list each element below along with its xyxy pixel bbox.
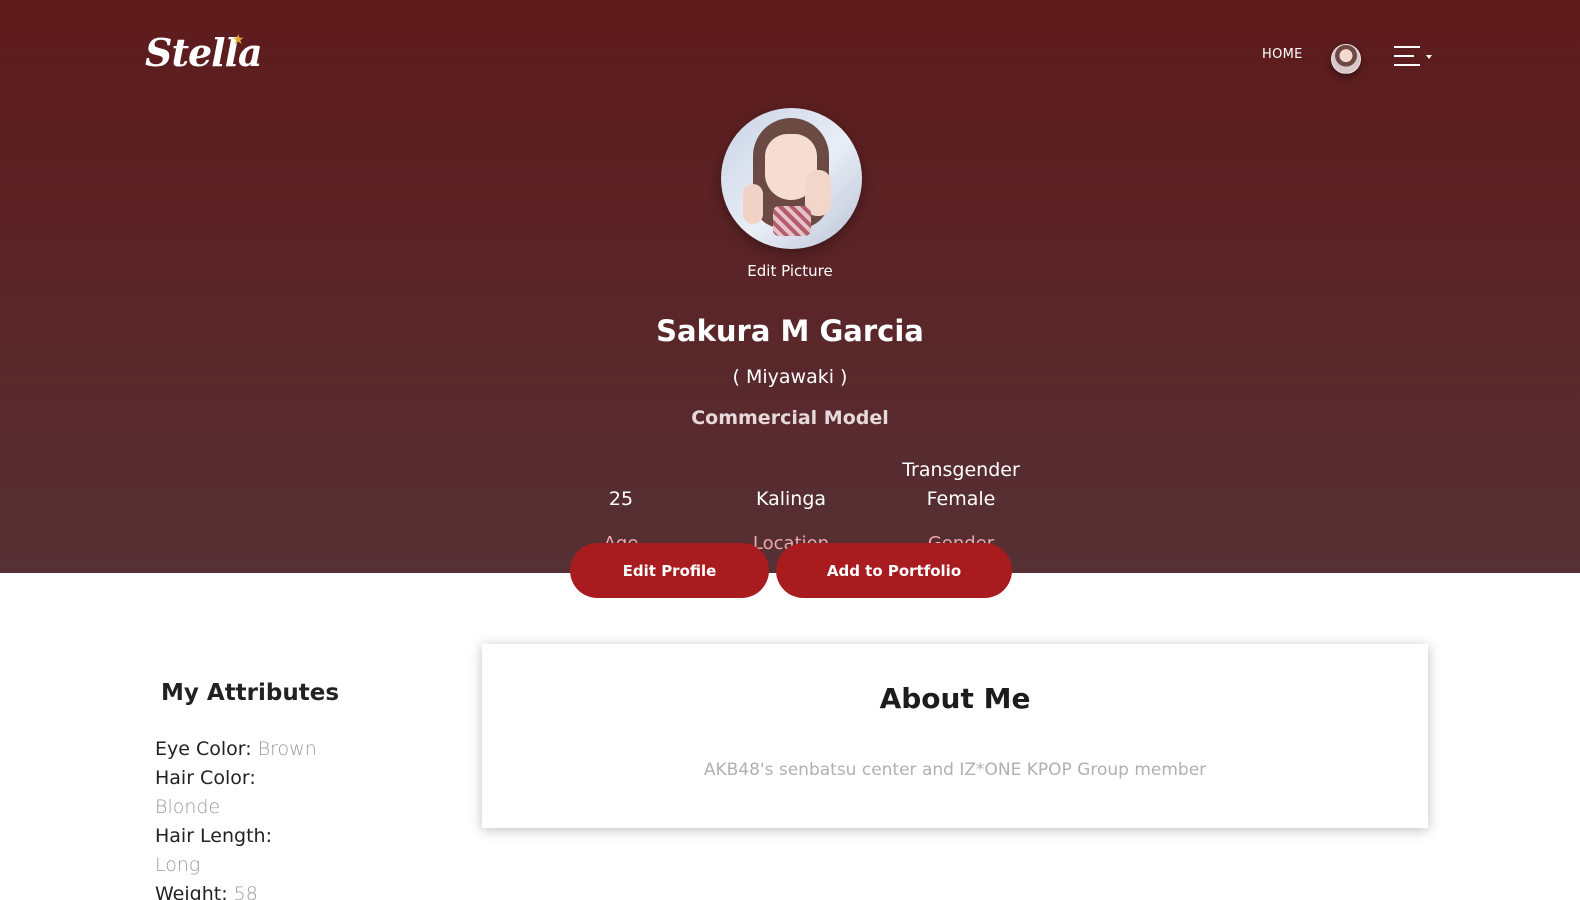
- hamburger-menu-icon[interactable]: [1394, 46, 1434, 70]
- profile-profession: Commercial Model: [691, 407, 889, 429]
- stat-gender: Transgender Female: [881, 456, 1041, 514]
- stat-location: Kalinga: [711, 485, 871, 514]
- profile-picture[interactable]: [721, 108, 862, 249]
- stat-gender-value-line1: Transgender: [902, 459, 1020, 481]
- attribute-key: Eye Color:: [155, 738, 252, 760]
- attribute-item: Eye Color: Brown: [155, 735, 425, 764]
- edit-picture-link[interactable]: Edit Picture: [0, 262, 1580, 280]
- stat-location-value: Kalinga: [755, 488, 827, 510]
- caret-down-icon: [1426, 55, 1432, 59]
- user-avatar-icon[interactable]: [1331, 44, 1361, 74]
- menu-line-icon: [1394, 46, 1420, 48]
- attribute-key: Weight:: [155, 883, 228, 900]
- nav-home-link[interactable]: HOME: [1262, 47, 1303, 62]
- about-me-text: AKB48's senbatsu center and IZ*ONE KPOP …: [703, 760, 1207, 780]
- edit-profile-button[interactable]: Edit Profile: [570, 543, 769, 598]
- attribute-item: Hair Color: Blonde: [155, 764, 425, 822]
- profile-nickname: ( Miyawaki ): [732, 366, 848, 388]
- attribute-item: Weight: 58: [155, 880, 425, 900]
- add-to-portfolio-button[interactable]: Add to Portfolio: [776, 543, 1012, 598]
- profile-picture-bow: [773, 206, 811, 236]
- about-me-card: About Me AKB48's senbatsu center and IZ*…: [482, 644, 1428, 828]
- attribute-value: Long: [155, 854, 201, 876]
- attribute-value: Brown: [257, 738, 317, 760]
- attributes-list: Eye Color: Brown Hair Color: Blonde Hair…: [155, 735, 425, 900]
- attribute-item: Hair Length: Long: [155, 822, 425, 880]
- profile-full-name: Sakura M Garcia: [656, 314, 924, 348]
- stat-gender-value-line2: Female: [926, 488, 996, 510]
- attribute-value: Blonde: [155, 796, 221, 818]
- attribute-key: Hair Color:: [155, 767, 256, 789]
- about-me-title: About Me: [879, 682, 1031, 715]
- menu-line-icon: [1394, 64, 1420, 66]
- menu-line-icon: [1394, 55, 1414, 57]
- attributes-title: My Attributes: [161, 680, 340, 706]
- attribute-value: 58: [233, 883, 258, 900]
- stat-age-value: 25: [608, 488, 634, 510]
- profile-picture-hand: [743, 184, 763, 224]
- attribute-key: Hair Length:: [155, 825, 272, 847]
- stat-age: 25: [541, 485, 701, 514]
- logo-star-icon: ★: [232, 32, 245, 48]
